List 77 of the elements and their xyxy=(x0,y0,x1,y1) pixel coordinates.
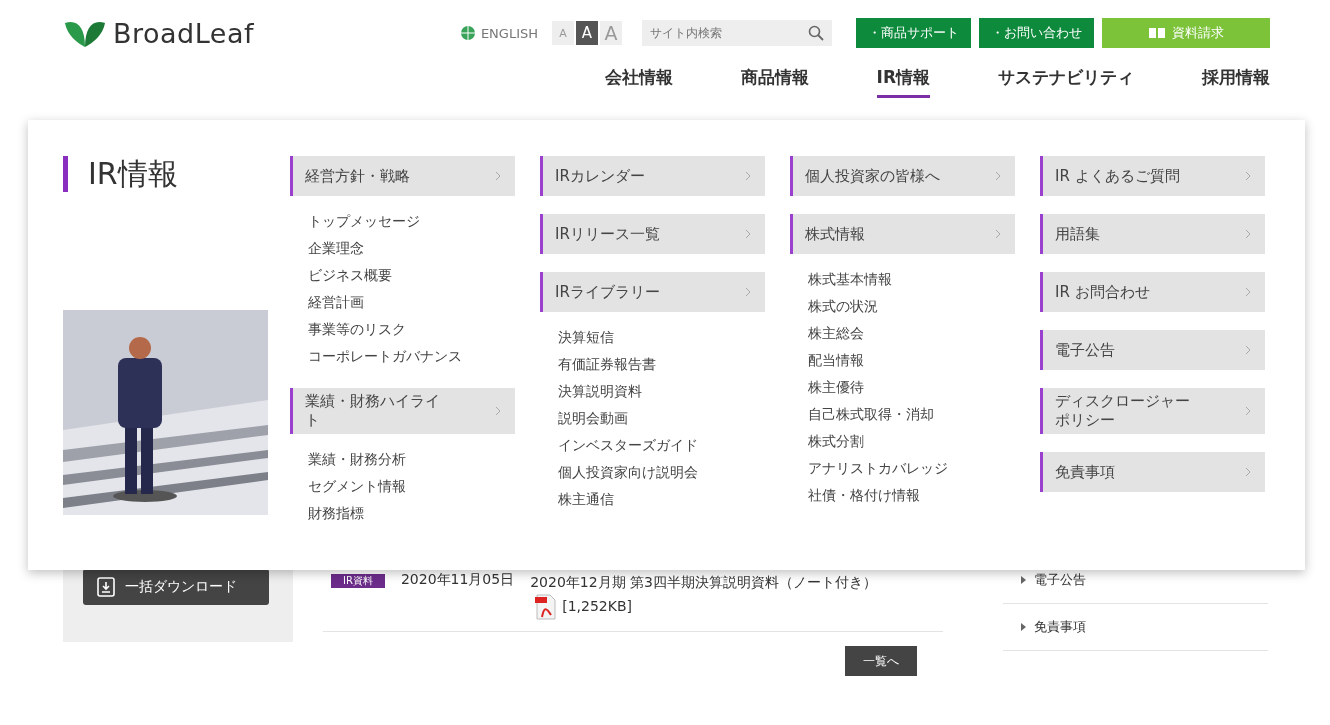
download-icon xyxy=(97,577,115,597)
search-field[interactable]: サイト内検索 xyxy=(642,20,832,46)
menu-link[interactable]: 決算短信 xyxy=(558,324,765,351)
english-link[interactable]: ENGLISH xyxy=(459,25,538,41)
menu-link[interactable]: 業績・財務分析 xyxy=(308,446,515,473)
news-link[interactable]: 2020年12月期 第3四半期決算説明資料（ノート付き） xyxy=(530,574,877,590)
chevron-icon xyxy=(1245,406,1251,416)
chevron-icon xyxy=(745,287,751,297)
chevron-icon xyxy=(1245,345,1251,355)
nav-item[interactable]: 会社情報 xyxy=(604,66,673,98)
menu-link[interactable]: 経営計画 xyxy=(308,289,515,316)
header-button[interactable]: ・商品サポート xyxy=(856,18,971,48)
menu-link[interactable]: 株主通信 xyxy=(558,486,765,513)
menu-link[interactable]: ビジネス概要 xyxy=(308,262,515,289)
menu-category-link[interactable]: 個人投資家の皆様へ xyxy=(790,156,1015,196)
menu-category-link[interactable]: 電子公告 xyxy=(1040,330,1265,370)
menu-link[interactable]: 有価証券報告書 xyxy=(558,351,765,378)
menu-link[interactable]: 配当情報 xyxy=(808,347,1015,374)
menu-category-link[interactable]: 経営方針・戦略 xyxy=(290,156,515,196)
menu-category-link[interactable]: 業績・財務ハイライト xyxy=(290,388,515,434)
menu-link[interactable]: コーポレートガバナンス xyxy=(308,343,515,370)
nav-item[interactable]: 採用情報 xyxy=(1202,66,1270,98)
menu-category-link[interactable]: IRカレンダー xyxy=(540,156,765,196)
list-button[interactable]: 一覧へ xyxy=(845,646,917,676)
chevron-icon xyxy=(1245,287,1251,297)
chevron-icon xyxy=(1021,623,1026,631)
file-size: [1,252KB] xyxy=(562,598,632,614)
download-button[interactable]: 一括ダウンロード xyxy=(83,569,269,605)
chevron-icon xyxy=(1021,576,1026,584)
nav-item[interactable]: IR情報 xyxy=(876,66,930,98)
menu-link[interactable]: セグメント情報 xyxy=(308,473,515,500)
menu-link[interactable]: 企業理念 xyxy=(308,235,515,262)
font-size-button[interactable]: A xyxy=(576,21,598,45)
chevron-icon xyxy=(495,406,501,416)
menu-link[interactable]: 株式分割 xyxy=(808,428,1015,455)
logo-wordmark[interactable]: BroadLeaf xyxy=(113,18,254,49)
menu-link[interactable]: 決算説明資料 xyxy=(558,378,765,405)
chevron-icon xyxy=(1245,467,1251,477)
chevron-icon xyxy=(495,171,501,181)
nav-item[interactable]: サステナビリティ xyxy=(998,66,1134,98)
nav-item[interactable]: 商品情報 xyxy=(740,66,809,98)
sidebar-link[interactable]: 免責事項 xyxy=(1003,604,1268,651)
menu-category-link[interactable]: IR よくあるご質問 xyxy=(1040,156,1265,196)
chevron-icon xyxy=(745,229,751,239)
search-icon[interactable] xyxy=(808,25,824,41)
menu-category-link[interactable]: IRリリース一覧 xyxy=(540,214,765,254)
news-tag: IR資料 xyxy=(331,574,385,588)
menu-link[interactable]: 財務指標 xyxy=(308,500,515,527)
chevron-icon xyxy=(995,171,1001,181)
menu-link[interactable]: 事業等のリスク xyxy=(308,316,515,343)
chevron-icon xyxy=(1245,171,1251,181)
menu-link[interactable]: 株式基本情報 xyxy=(808,266,1015,293)
menu-category-link[interactable]: ディスクロージャーポリシー xyxy=(1040,388,1265,434)
menu-link[interactable]: 説明会動画 xyxy=(558,405,765,432)
globe-icon xyxy=(459,25,476,41)
menu-category-link[interactable]: IRライブラリー xyxy=(540,272,765,312)
menu-link[interactable]: 自己株式取得・消却 xyxy=(808,401,1015,428)
menu-link[interactable]: インベスターズガイド xyxy=(558,432,765,459)
menu-link[interactable]: 個人投資家向け説明会 xyxy=(558,459,765,486)
chevron-icon xyxy=(1245,229,1251,239)
news-date: 2020年11月05日 xyxy=(400,571,515,589)
chevron-icon xyxy=(995,229,1001,239)
menu-link[interactable]: 株式の状況 xyxy=(808,293,1015,320)
header-button[interactable]: ・お問い合わせ xyxy=(979,18,1094,48)
menu-link[interactable]: 株主優待 xyxy=(808,374,1015,401)
menu-category-link[interactable]: 用語集 xyxy=(1040,214,1265,254)
menu-link[interactable]: 株主総会 xyxy=(808,320,1015,347)
menu-category-link[interactable]: 免責事項 xyxy=(1040,452,1265,492)
menu-category-link[interactable]: IR お問合わせ xyxy=(1040,272,1265,312)
book-icon xyxy=(1148,27,1166,39)
menu-category-link[interactable]: 株式情報 xyxy=(790,214,1015,254)
menu-link[interactable]: 社債・格付け情報 xyxy=(808,482,1015,509)
pdf-icon xyxy=(534,593,559,621)
chevron-icon xyxy=(745,171,751,181)
menu-link[interactable]: アナリストカバレッジ xyxy=(808,455,1015,482)
menu-link[interactable]: トップメッセージ xyxy=(308,208,515,235)
menu-title: IR情報 xyxy=(63,156,268,192)
